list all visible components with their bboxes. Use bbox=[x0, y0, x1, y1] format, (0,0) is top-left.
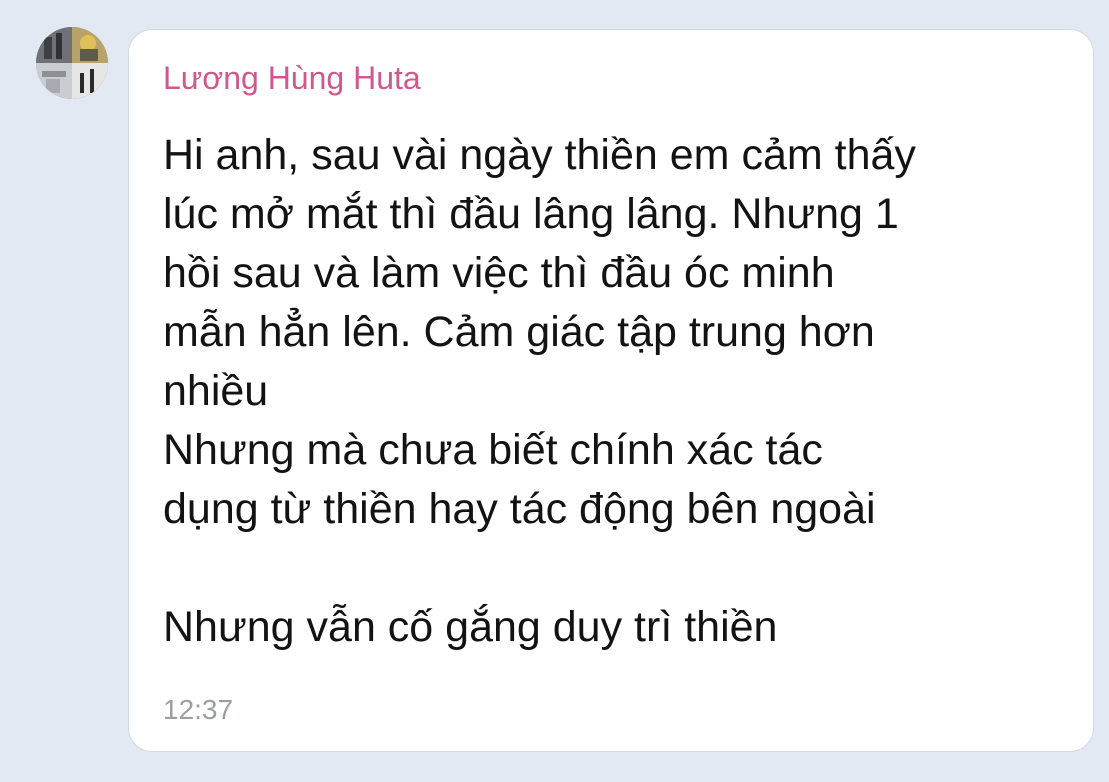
message-timestamp: 12:37 bbox=[163, 694, 234, 725]
message-text: Hi anh, sau vài ngày thiền em cảm thấy l… bbox=[163, 131, 916, 651]
avatar-photo-icon bbox=[36, 27, 108, 99]
sender-name[interactable]: Lương Hùng Huta bbox=[163, 58, 1059, 98]
message-bubble[interactable]: Lương Hùng Huta Hi anh, sau vài ngày thi… bbox=[128, 29, 1094, 752]
avatar[interactable] bbox=[36, 27, 108, 99]
